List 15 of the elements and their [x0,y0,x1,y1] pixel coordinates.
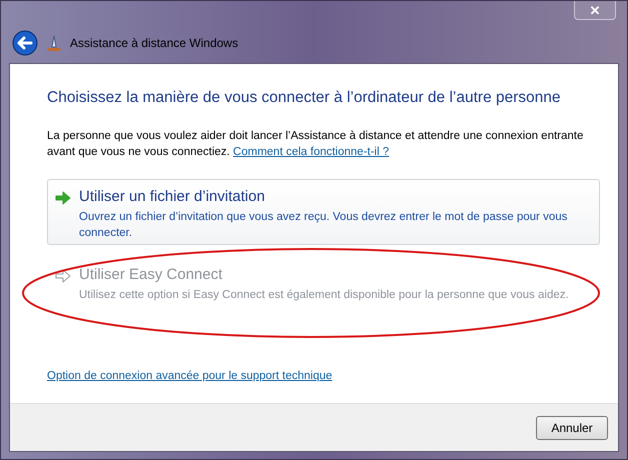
option-title: Utiliser un fichier d’invitation [79,187,266,208]
advanced-option-link[interactable]: Option de connexion avancée pour le support technique [47,370,332,382]
option-description: Utilisez cette option si Easy Connect est également disponible pour la personne que vous aidez. [79,288,569,303]
window-title: Assistance à distance Windows [70,35,238,52]
arrow-icon [55,269,71,284]
help-link[interactable]: Comment cela fonctionne-t-il ? [233,146,390,158]
page-heading: Choisissez la manière de vous connecter à l’ordinateur de l’autre personne [47,88,562,108]
intro-text: La personne que vous voulez aider doit lancer l’Assistance à distance et attendre une connexion entrante avant que vous ne vous connectiez. Comment cela fonctionne-t-il ? [47,129,584,160]
option-button[interactable]: Utiliser un fichier d’invitation Ouvrez un fichier d’invitation que vous avez reçu. Vous devrez entrer le mot de passe pour vous connecter. [47,179,600,246]
arrow-icon [55,191,71,206]
app-icon [44,33,64,53]
option-title: Utiliser Easy Connect [79,265,224,286]
cancel-button[interactable]: Annuler [536,416,608,440]
option-description: Ouvrez un fichier d’invitation que vous avez reçu. Vous devrez entrer le mot de passe pour vous connecter. [79,210,568,241]
back-button[interactable] [12,30,38,56]
